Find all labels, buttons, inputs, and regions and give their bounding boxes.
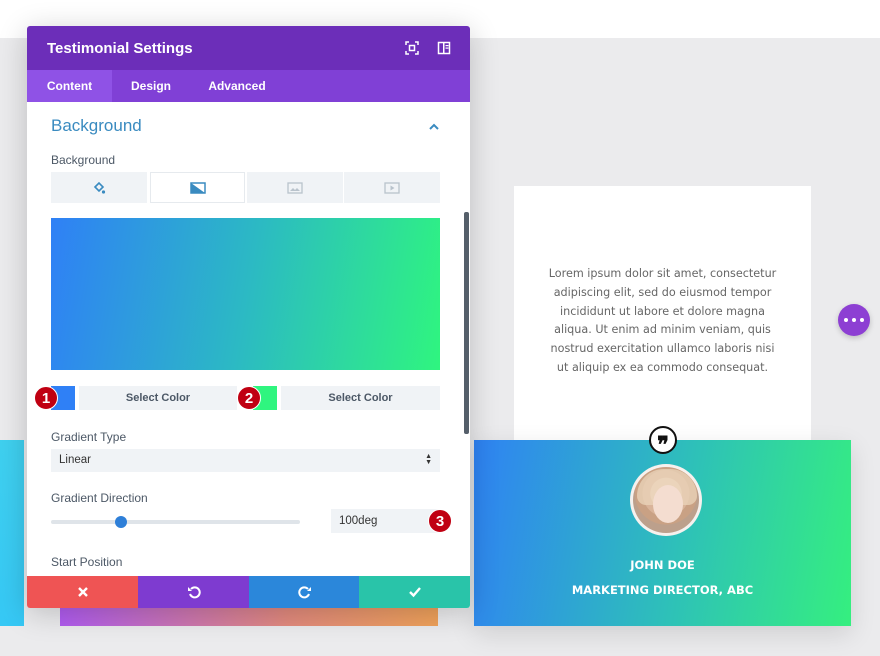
check-icon [408, 587, 421, 598]
action-bar [27, 576, 470, 608]
gradient-direction-slider[interactable] [51, 520, 300, 524]
settings-panel: Testimonial Settings Content Design Adva… [27, 26, 470, 608]
gradient-direction-label: Gradient Direction [51, 491, 148, 505]
testimonial-body-text: Lorem ipsum dolor sit amet, consectetur … [548, 267, 777, 374]
chevron-up-icon[interactable] [427, 120, 441, 134]
panel-header: Testimonial Settings [27, 26, 470, 70]
gradient-type-select[interactable]: Linear ▲ ▼ [51, 449, 440, 472]
background-label: Background [51, 153, 116, 167]
gradient-preview [51, 218, 440, 370]
gradient-start-color: Select Color [51, 386, 237, 410]
tab-content[interactable]: Content [27, 70, 112, 102]
background-type-tabs [51, 172, 440, 203]
select-color-button-2[interactable]: Select Color [281, 386, 440, 410]
section-title-background[interactable]: Background [51, 116, 142, 136]
left-card-edge [0, 440, 24, 626]
video-icon [384, 181, 400, 194]
bg-tab-color[interactable] [51, 172, 147, 203]
annotation-marker-3: 3 [428, 509, 452, 533]
image-icon [287, 181, 303, 194]
fullscreen-icon[interactable] [405, 41, 419, 55]
avatar [630, 464, 702, 536]
bg-tab-video[interactable] [344, 172, 440, 203]
author-role: MARKETING DIRECTOR, ABC [571, 583, 754, 597]
annotation-marker-2: 2 [237, 386, 261, 410]
select-color-button-1[interactable]: Select Color [79, 386, 237, 410]
select-arrows-icon: ▲ ▼ [425, 453, 432, 466]
gradient-type-label: Gradient Type [51, 430, 127, 444]
undo-icon [187, 586, 201, 599]
gradient-direction-input[interactable]: 100deg [331, 509, 440, 533]
panel-title: Testimonial Settings [47, 40, 193, 57]
redo-button[interactable] [249, 576, 360, 608]
quote-icon: ❞ [649, 426, 677, 456]
paint-bucket-icon [93, 181, 106, 194]
panel-scrollbar[interactable] [464, 212, 469, 434]
annotation-marker-1: 1 [34, 386, 58, 410]
tab-design[interactable]: Design [117, 70, 185, 102]
more-icon [844, 318, 848, 322]
redo-icon [297, 586, 311, 599]
save-button[interactable] [359, 576, 470, 608]
close-icon [77, 587, 88, 597]
bg-tab-image[interactable] [247, 172, 343, 203]
gradient-end-color: Select Color [253, 386, 440, 410]
slider-handle[interactable] [114, 516, 127, 528]
bg-tab-gradient[interactable] [150, 172, 245, 203]
panel-tabs: Content Design Advanced [27, 70, 470, 102]
start-position-label: Start Position [51, 555, 123, 569]
author-name: JOHN DOE [630, 558, 695, 572]
sidebar-toggle-icon[interactable] [437, 41, 451, 55]
undo-button[interactable] [138, 576, 249, 608]
gradient-type-value: Linear [59, 454, 91, 466]
cancel-button[interactable] [27, 576, 138, 608]
tab-advanced[interactable]: Advanced [199, 70, 275, 102]
gradient-icon [189, 181, 206, 194]
more-options-button[interactable] [838, 304, 870, 336]
